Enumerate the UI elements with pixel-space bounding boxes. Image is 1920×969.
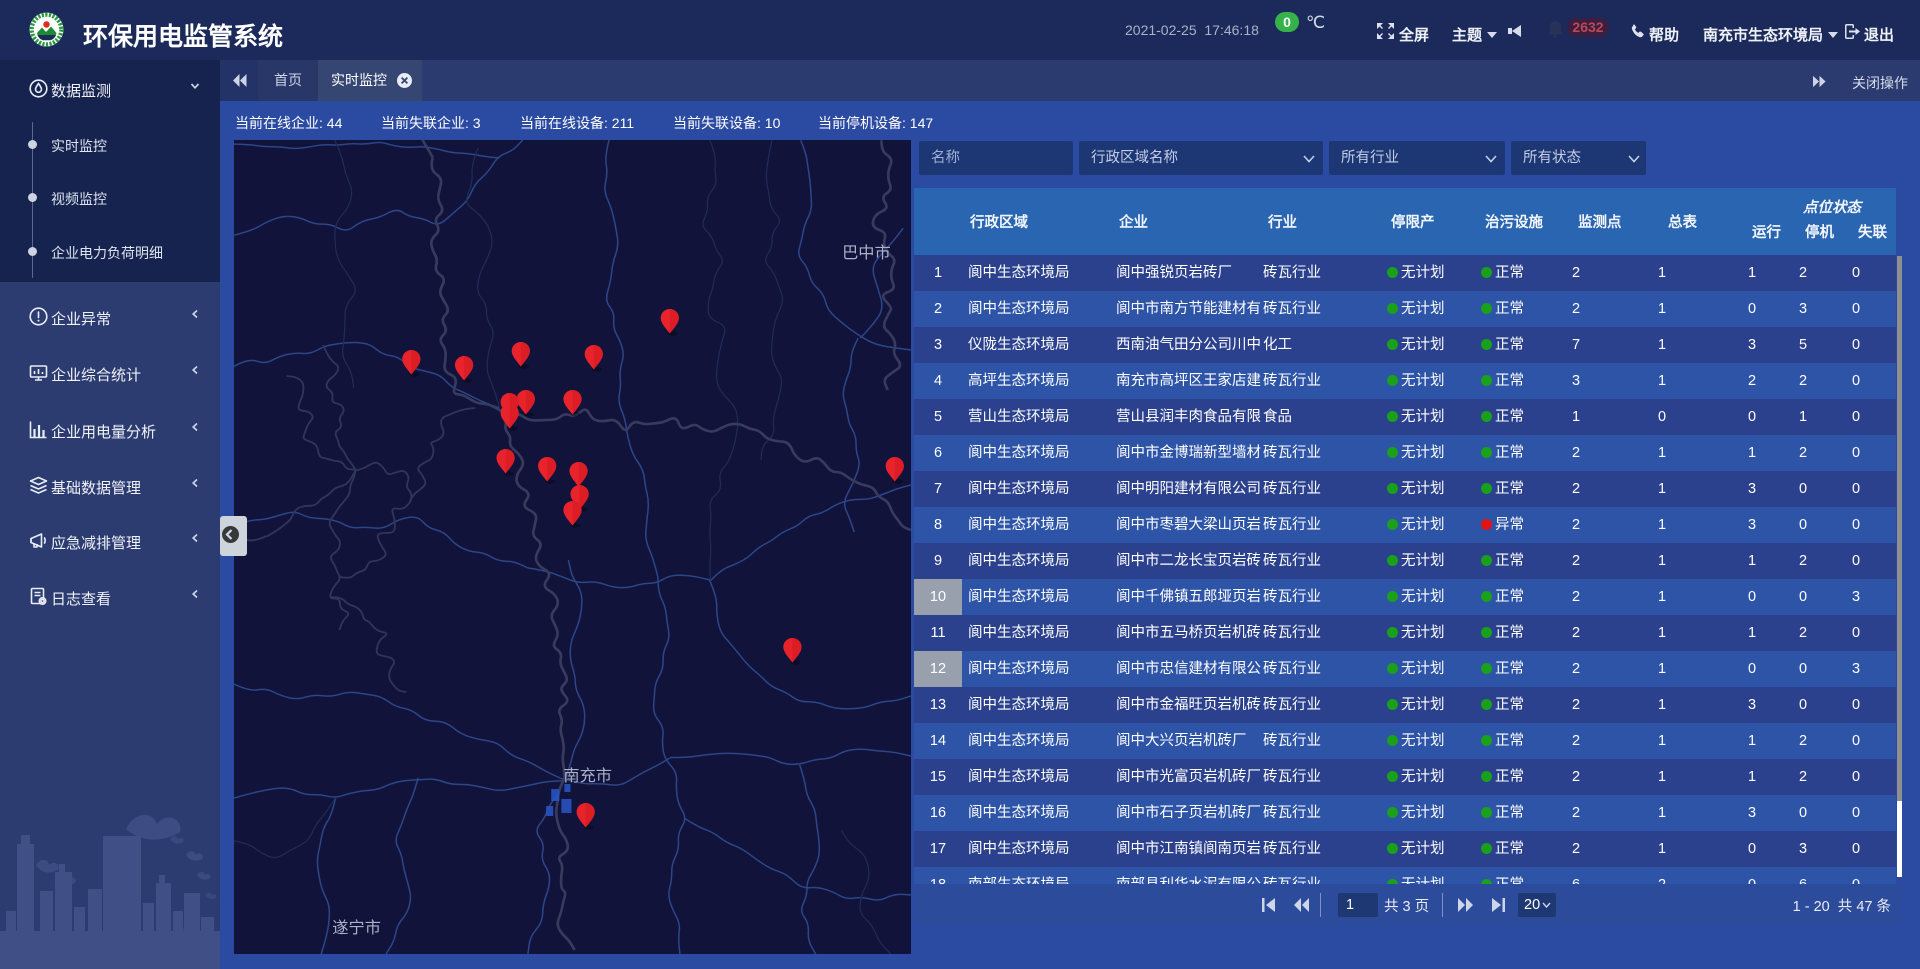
svg-text:遂宁市: 遂宁市	[332, 919, 381, 937]
